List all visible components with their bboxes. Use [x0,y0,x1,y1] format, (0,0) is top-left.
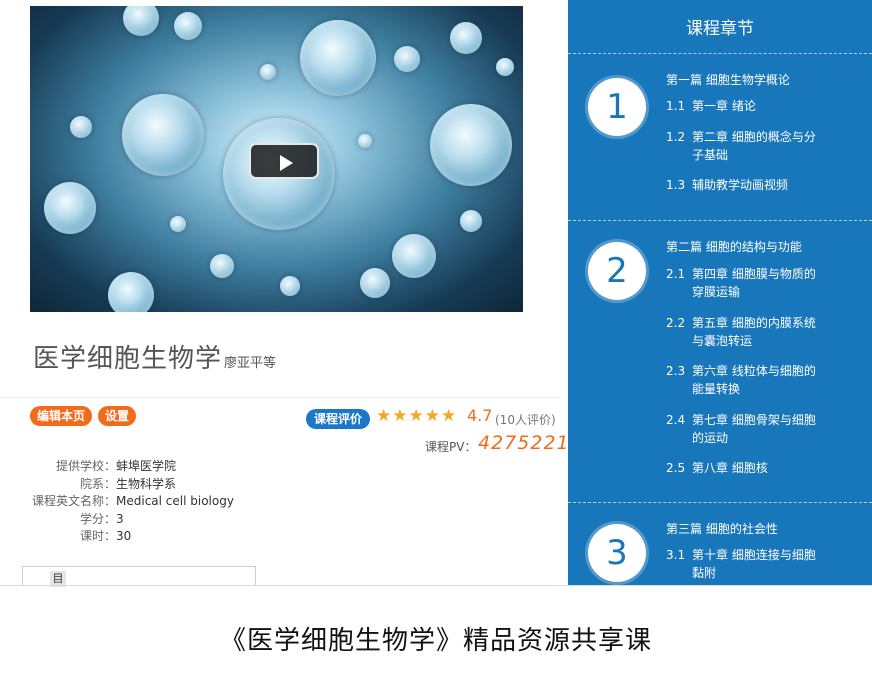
divider [568,220,872,221]
rating-stars: ★★★★★ [376,406,458,426]
play-button[interactable] [249,143,319,179]
course-video[interactable] [30,6,523,312]
chapter-title: 第六章 线粒体与细胞的能量转换 [692,364,816,396]
part-number-badge: 2 [588,242,646,300]
part-title[interactable]: 第二篇 细胞的结构与功能 [666,238,802,255]
meta-school: 提供学校：蚌埠医学院 [30,457,176,474]
cell-image [123,6,159,36]
play-icon [280,155,293,171]
course-rating-button[interactable]: 课程评价 [306,409,371,429]
meta-hours: 课时：30 [30,527,131,544]
cell-image [174,12,202,40]
chapter-number: 1.2 [666,130,686,144]
meta-value: Medical cell biology [116,494,234,508]
chapter-number: 2.2 [666,316,686,330]
cell-image [280,276,300,296]
chapters-panel: 课程章节 1 第一篇 细胞生物学概论 1.1 第一章 绪论 1.2 第二章 细胞… [568,0,872,585]
cell-image [210,254,234,278]
cell-image [392,234,436,278]
cell-image [430,104,512,186]
cell-image [170,216,186,232]
meta-value: 生物科学系 [116,477,177,491]
chapter-title: 第十章 细胞连接与细胞黏附 [692,548,816,580]
cell-image [460,210,482,232]
meta-value: 蚌埠医学院 [116,459,177,473]
part-title[interactable]: 第三篇 细胞的社会性 [666,520,778,537]
chapter-number: 2.4 [666,413,686,427]
part-title[interactable]: 第一篇 细胞生物学概论 [666,71,790,88]
chapter-number: 1.1 [666,99,686,113]
divider [0,397,558,398]
chapter-number: 3.1 [666,548,686,562]
chapter-title: 辅助教学动画视频 [692,178,789,192]
chapter-title: 第四章 细胞膜与物质的穿膜运输 [692,267,816,299]
divider [568,502,872,503]
cell-image [44,182,96,234]
meta-value: 30 [116,529,132,543]
meta-key: 提供学校： [55,459,116,473]
bottom-divider [0,585,872,586]
meta-key: 学分： [79,512,116,526]
pv-value: 4275221 [478,432,570,454]
cell-image [496,58,514,76]
cell-image [108,272,154,312]
meta-key: 课时： [79,529,116,543]
meta-key: 院系： [79,477,116,491]
cell-image [394,46,420,72]
chapters-title: 课程章节 [686,19,754,39]
chapter-title: 第一章 绪论 [692,99,756,113]
meta-credits: 学分：3 [30,510,124,527]
chapter-title: 第八章 细胞核 [692,461,768,475]
chapter-number: 1.3 [666,178,686,192]
course-title: 医学细胞生物学 [33,344,223,374]
cell-image [260,64,276,80]
cell-image [122,94,204,176]
part-number-badge: 3 [588,524,646,582]
meta-english-name: 课程英文名称：Medical cell biology [30,492,234,509]
divider [568,53,872,54]
edit-page-button[interactable]: 编辑本页 [30,406,93,426]
chapter-title: 第五章 细胞的内膜系统与囊泡转运 [692,316,816,348]
meta-department: 院系：生物科学系 [30,475,176,492]
cell-image [70,116,92,138]
meta-key: 课程英文名称： [31,494,116,508]
rating-score: 4.7 [467,406,493,425]
cell-image [360,268,390,298]
chapter-number: 2.5 [666,461,686,475]
content-tabbar: 目 [22,566,256,587]
chapter-title: 第七章 细胞骨架与细胞的运动 [692,413,816,445]
slide-caption: 《医学细胞生物学》精品资源共享课 [219,626,652,656]
cell-image [358,134,372,148]
cell-image [300,20,376,96]
chapter-number: 2.1 [666,267,686,281]
part-number-badge: 1 [588,78,646,136]
rating-count: (10人评价) [495,413,556,427]
meta-value: 3 [116,512,124,526]
settings-button[interactable]: 设置 [98,406,137,426]
cell-image [450,22,482,54]
chapter-title: 第二章 细胞的概念与分子基础 [692,130,816,162]
pv-label: 课程PV： [425,440,477,454]
chapter-number: 2.3 [666,364,686,378]
course-author: 廖亚平等 [224,356,277,371]
